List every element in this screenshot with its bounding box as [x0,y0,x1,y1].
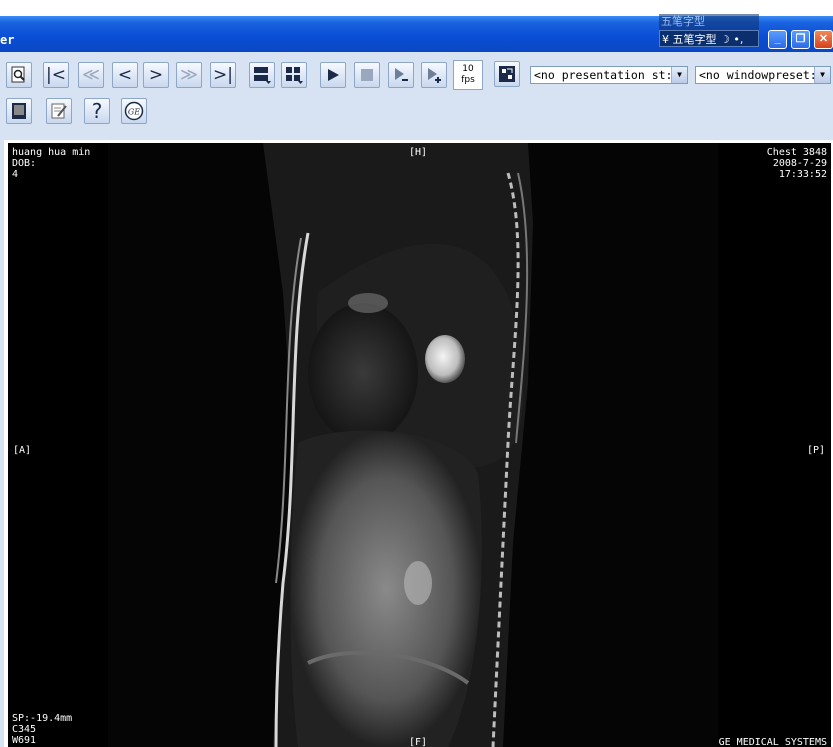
fast-forward-icon: ≫ [180,65,198,85]
slice-position: SP:-19.4mm [12,713,73,724]
fast-rewind-button[interactable]: ≪ [78,62,104,88]
window-width: W691 [12,735,37,746]
overlay-line3: 4 [12,169,19,180]
last-frame-button[interactable]: >| [210,62,236,88]
overlay-bottom-left: SP:-19.4mm C345 W691 [12,713,72,746]
stop-icon [361,69,373,81]
chevron-down-icon[interactable]: ▼ [814,67,830,83]
next-frame-button[interactable]: > [143,62,169,88]
next-frame-icon: > [148,65,164,85]
patient-name: huang hua min [12,147,91,158]
ime-label-shadow: 五笔字型 [661,15,705,28]
layout-1-icon [254,67,271,84]
play-icon [328,69,339,81]
prev-frame-button[interactable]: < [112,62,138,88]
ge-logo-icon: GE [124,101,144,121]
study-time: 17:33:52 [778,169,827,180]
presentation-select-value: <no presentation st: [534,68,673,82]
ge-logo-button[interactable]: GE [121,98,147,124]
layout-grid-icon [286,67,303,84]
zoom-button[interactable] [6,62,32,88]
chevron-down-icon[interactable]: ▼ [671,67,687,83]
viewport-frame: huang hua min DOB: 4 Chest 3848 2008-7-29 17… [4,140,833,747]
presentation-select[interactable]: <no presentation st: ▼ [530,66,688,84]
fast-rewind-icon: ≪ [82,65,100,85]
first-frame-button[interactable]: |< [43,62,69,88]
orientation-top: [H] [409,147,428,158]
orientation-right: [P] [806,445,825,456]
faster-button[interactable] [421,62,447,88]
patient-dob: DOB: [12,158,37,169]
window-center: C345 [12,724,37,735]
image-viewer: huang hua min DOB: 4 Chest 3848 2008-7-29 17… [0,136,833,747]
first-frame-icon: |< [46,65,66,85]
notes-icon [51,103,67,119]
manufacturer-label: GE MEDICAL SYSTEMS [718,737,827,747]
study-date: 2008-7-29 [772,158,827,169]
film-icon [12,103,26,119]
ime-label: 五笔字型 [672,33,717,46]
layout-grid-button[interactable] [281,62,307,88]
help-icon: ? [91,99,103,123]
ime-extra[interactable]: ☽ •, [720,33,743,46]
toolbar-area: |< ≪ < > ≫ >| 10 fps <no presentation st… [0,52,833,136]
maximize-button[interactable]: ❐ [791,30,810,49]
mri-sagittal-image [8,143,831,747]
last-frame-icon: >| [213,65,233,85]
window-preset-select-value: <no windowpreset: [699,68,817,82]
ime-toolbar[interactable]: ¥ 五笔字型 ☽ •, [659,30,759,47]
minimize-icon: _ [774,33,781,45]
film-button[interactable] [6,98,32,124]
help-button[interactable]: ? [84,98,110,124]
play-button[interactable] [320,62,346,88]
close-button[interactable]: ✕ [814,30,833,49]
window-title: er [0,33,15,47]
ime-chevron-icon[interactable]: ¥ [662,33,673,46]
overlay-top-left: huang hua min DOB: 4 [12,147,90,180]
restore-icon: ❐ [795,33,806,45]
ime-toolbar-shadow: 五笔字型 [659,14,759,30]
close-icon: ✕ [818,33,829,45]
slower-button[interactable] [388,62,414,88]
sync-icon [499,66,515,82]
slower-icon [395,68,408,81]
orientation-bottom: [F] [409,737,428,747]
faster-icon [428,68,441,83]
toolbar-row-tools: ? GE [0,98,833,132]
sync-button[interactable] [494,61,520,87]
overlay-top-right: Chest 3848 2008-7-29 17:33:52 [767,147,827,180]
fps-value: 10 [462,64,474,74]
zoom-icon [11,66,25,83]
stop-button[interactable] [354,62,380,88]
fps-unit: fps [461,75,475,85]
toolbar-row-playback: |< ≪ < > ≫ >| 10 fps <no presentation st… [0,60,833,94]
fps-field[interactable]: 10 fps [453,60,483,90]
layout-single-button[interactable] [249,62,275,88]
orientation-left: [A] [13,445,32,456]
prev-frame-icon: < [117,65,133,85]
fast-forward-button[interactable]: ≫ [176,62,202,88]
window-preset-select[interactable]: <no windowpreset: ▼ [695,66,831,84]
svg-text:GE: GE [128,108,140,117]
mri-image-area[interactable]: huang hua min DOB: 4 Chest 3848 2008-7-29 17… [8,143,831,747]
notes-button[interactable] [46,98,72,124]
study-label: Chest 3848 [766,147,827,158]
minimize-button[interactable]: _ [768,30,787,49]
